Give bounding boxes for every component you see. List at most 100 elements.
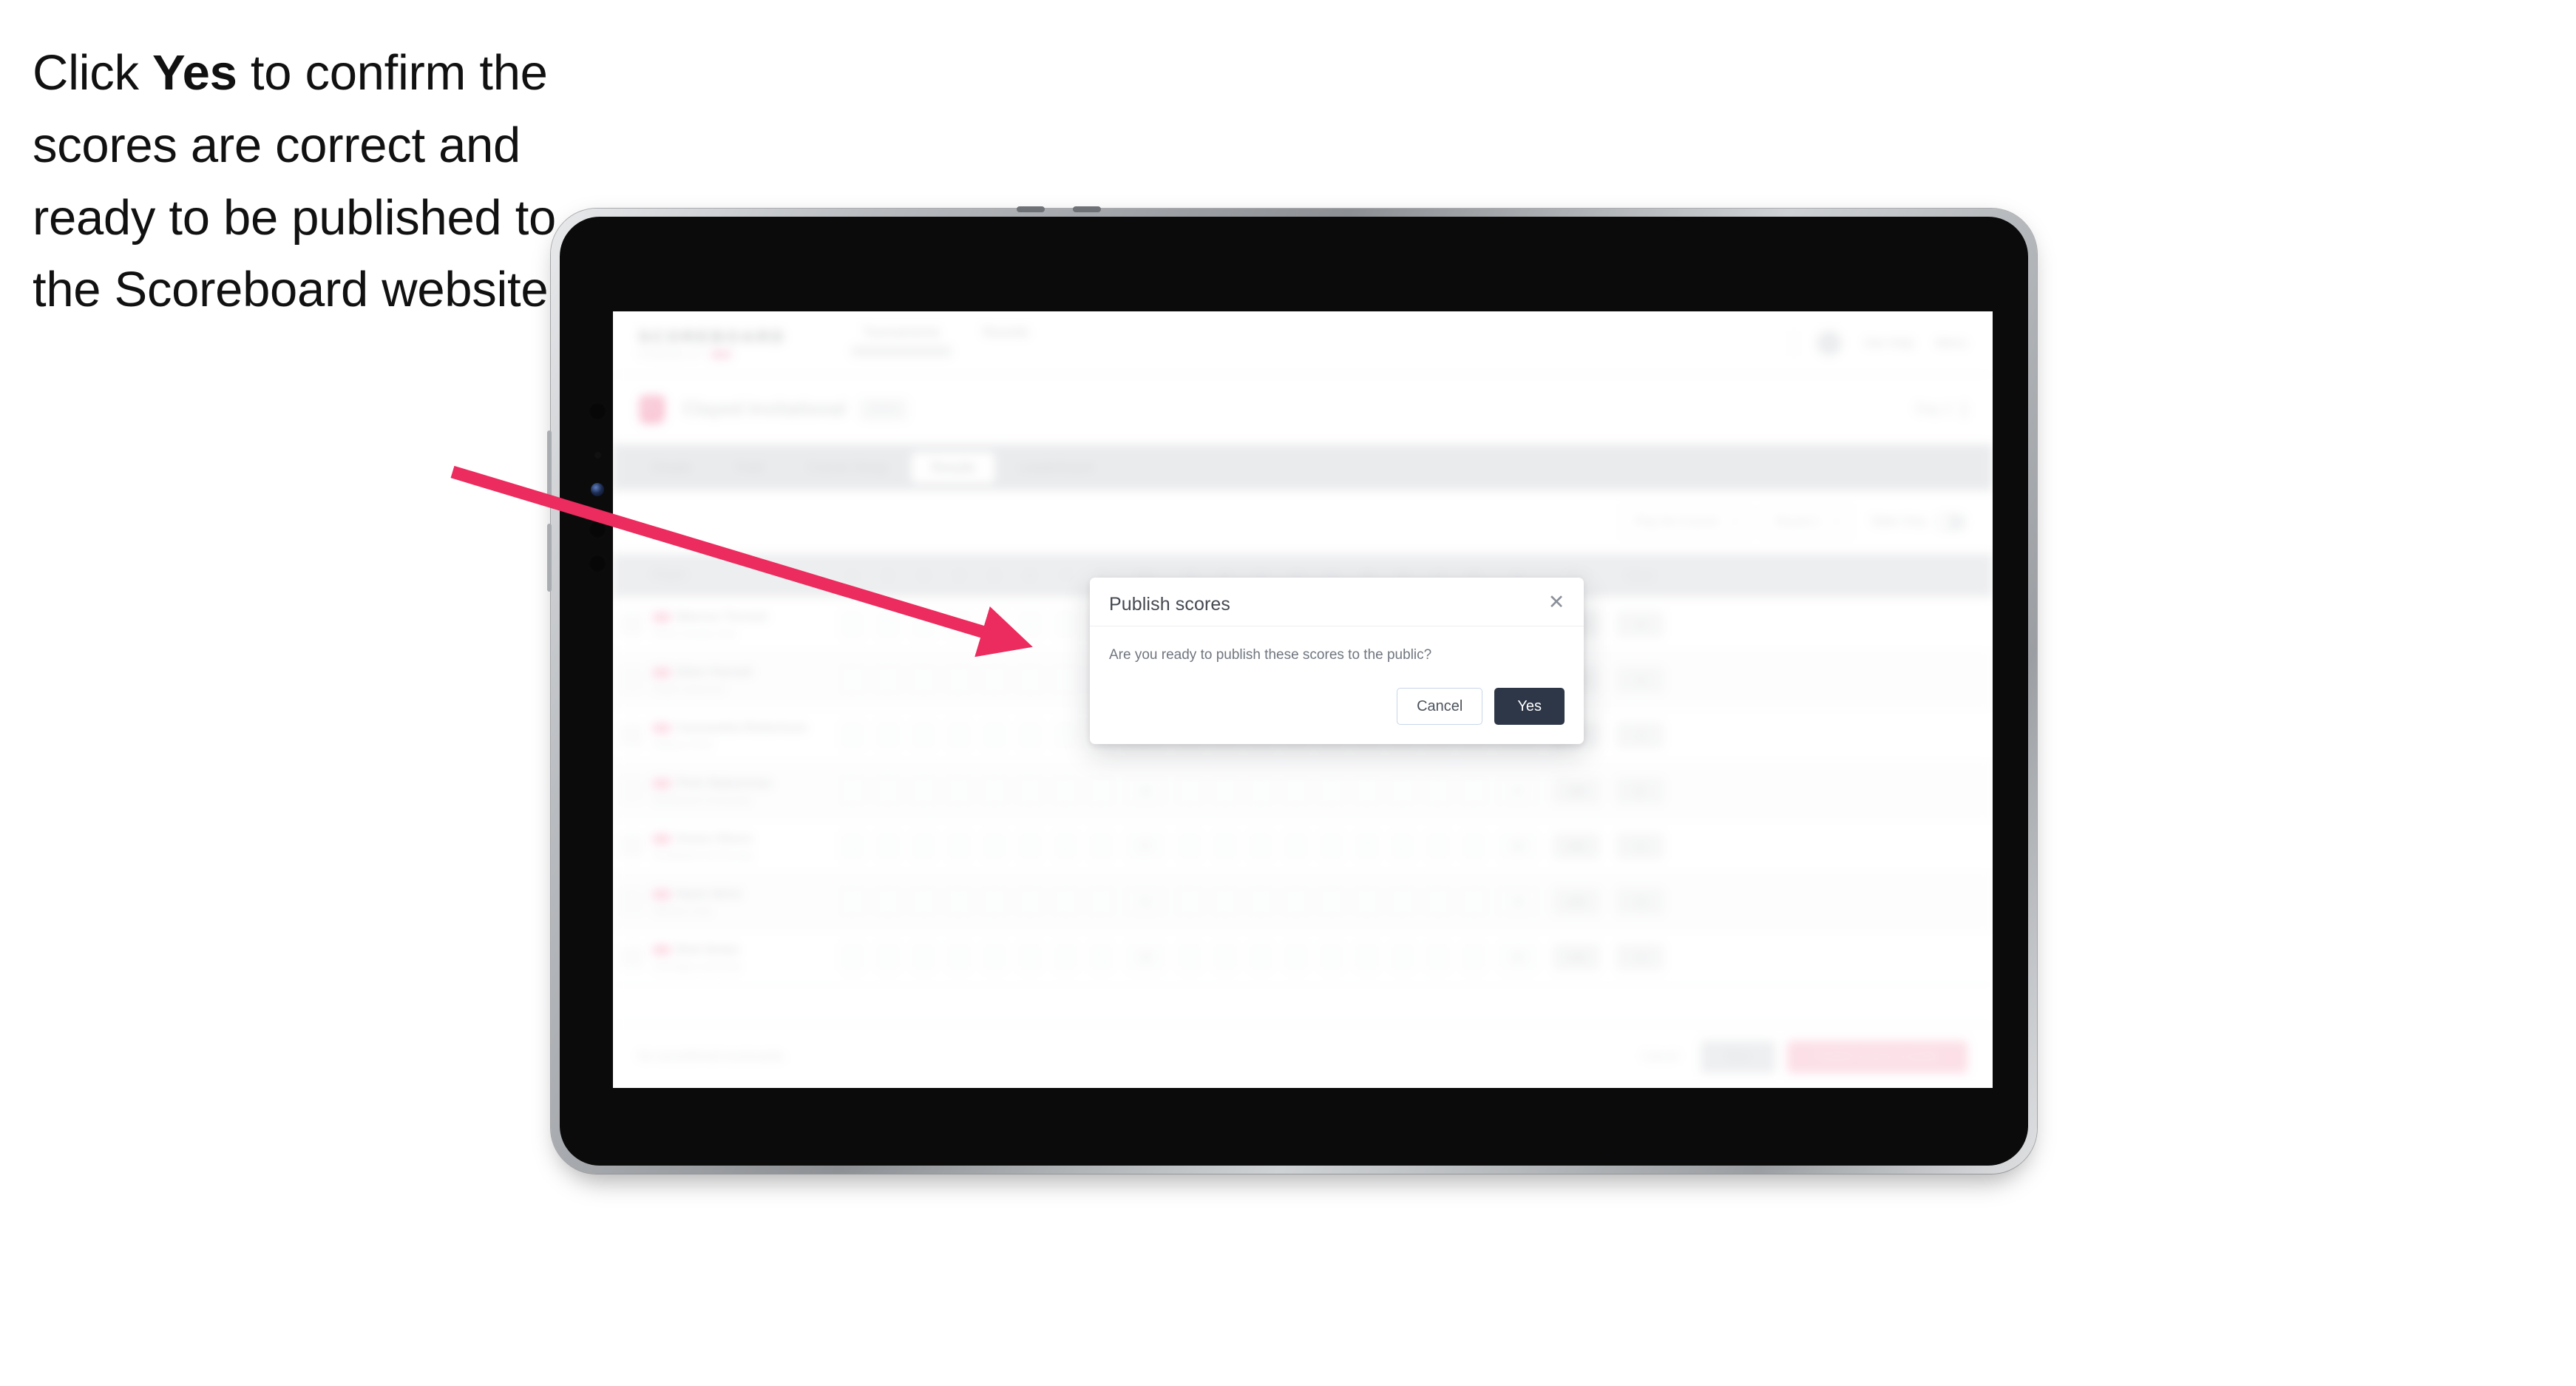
hole-cell-3[interactable] — [906, 944, 941, 970]
hole-cell-2[interactable] — [870, 722, 906, 748]
score-cell[interactable] — [1213, 944, 1237, 970]
hole-cell-12[interactable] — [1243, 833, 1278, 859]
score-cell[interactable] — [1018, 611, 1042, 638]
hole-cell-16[interactable] — [1385, 833, 1420, 859]
hole-cell-2[interactable] — [870, 611, 906, 638]
table-row[interactable]: Nasir Idrisi Hillcrest Links 39 38 142 +2 — [613, 874, 1993, 930]
score-cell[interactable] — [1284, 888, 1308, 915]
score-cell[interactable] — [841, 666, 864, 693]
score-cell[interactable]: +2 — [1608, 888, 1672, 915]
hole-cell-4[interactable] — [941, 944, 977, 970]
out-cell[interactable]: 39 — [1119, 888, 1172, 915]
hole-cell-1[interactable] — [835, 611, 870, 638]
score-cell[interactable] — [1462, 833, 1485, 859]
hole-cell-5[interactable] — [977, 777, 1012, 804]
hole-cell-4[interactable] — [941, 666, 977, 693]
score-cell[interactable] — [912, 611, 935, 638]
hole-cell-11[interactable] — [1207, 777, 1243, 804]
score-cell[interactable] — [841, 833, 864, 859]
hole-cell-12[interactable] — [1243, 944, 1278, 970]
score-cell[interactable] — [1355, 777, 1379, 804]
score-cell[interactable] — [1089, 944, 1113, 970]
score-cell[interactable] — [876, 888, 900, 915]
score-cell[interactable]: 38 — [1499, 888, 1537, 915]
hole-cell-6[interactable] — [1012, 722, 1048, 748]
hole-cell-16[interactable] — [1385, 944, 1420, 970]
total-cell[interactable]: 141 — [1545, 833, 1608, 859]
score-cell[interactable] — [1018, 666, 1042, 693]
score-cell[interactable] — [1284, 944, 1308, 970]
score-cell[interactable] — [947, 944, 971, 970]
score-cell[interactable]: 39 — [1126, 888, 1165, 915]
score-cell[interactable] — [912, 666, 935, 693]
score-cell[interactable] — [841, 777, 864, 804]
hole-cell-4[interactable] — [941, 722, 977, 748]
row-checkbox[interactable] — [622, 947, 643, 967]
table-only-toggle[interactable] — [1935, 514, 1966, 530]
hole-cell-7[interactable] — [1048, 833, 1083, 859]
score-cell[interactable] — [947, 777, 971, 804]
hole-cell-3[interactable] — [906, 666, 941, 693]
score-cell[interactable]: E — [1608, 777, 1672, 804]
score-cell[interactable]: +4 — [1616, 944, 1664, 970]
hole-cell-5[interactable] — [977, 833, 1012, 859]
in-cell[interactable]: 37 — [1491, 777, 1545, 804]
score-cell[interactable]: +1 — [1608, 833, 1672, 859]
score-cell[interactable] — [1355, 833, 1379, 859]
score-cell[interactable] — [912, 944, 935, 970]
table-row[interactable]: Bob Nolan Carrington Golf Club 38 39 144 +4 — [613, 930, 1993, 985]
score-cell[interactable] — [1054, 944, 1077, 970]
tab-details[interactable]: Details — [632, 453, 711, 483]
hole-cell-18[interactable] — [1456, 888, 1491, 915]
score-cell[interactable] — [1178, 833, 1201, 859]
table-row[interactable]: Grace Okoro Southbank Golf Society 37 38 141… — [613, 819, 1993, 874]
hole-cell-7[interactable] — [1048, 611, 1083, 638]
score-cell[interactable]: 141 — [1553, 833, 1600, 859]
app-brand[interactable]: SCOREBOARD POWERED BY — [638, 327, 786, 359]
score-cell[interactable]: 37 — [1499, 777, 1537, 804]
hole-cell-12[interactable] — [1243, 888, 1278, 915]
score-cell[interactable]: 38 — [1126, 777, 1165, 804]
hole-cell-5[interactable] — [977, 722, 1012, 748]
hole-cell-8[interactable] — [1083, 833, 1119, 859]
hole-cell-6[interactable] — [1012, 944, 1048, 970]
tab-results[interactable]: Results — [912, 452, 995, 483]
hole-cell-7[interactable] — [1048, 944, 1083, 970]
hole-cell-14[interactable] — [1314, 777, 1349, 804]
hole-cell-4[interactable] — [941, 611, 977, 638]
score-cell[interactable] — [1018, 944, 1042, 970]
hole-cell-17[interactable] — [1420, 833, 1456, 859]
hole-cell-15[interactable] — [1349, 777, 1385, 804]
hole-cell-3[interactable] — [906, 611, 941, 638]
row-checkbox[interactable] — [622, 780, 643, 801]
score-cell[interactable] — [1018, 888, 1042, 915]
score-cell[interactable]: 38 — [1499, 833, 1537, 859]
score-cell[interactable] — [1391, 777, 1414, 804]
yes-button[interactable]: Yes — [1494, 687, 1565, 725]
tab-field[interactable]: Field — [716, 453, 783, 483]
score-cell[interactable] — [983, 888, 1006, 915]
close-icon[interactable]: ✕ — [1544, 589, 1569, 615]
score-cell[interactable] — [841, 611, 864, 638]
total-cell[interactable]: 140 — [1545, 777, 1608, 804]
score-cell[interactable] — [1018, 722, 1042, 748]
score-cell[interactable] — [1054, 888, 1077, 915]
score-cell[interactable] — [1320, 777, 1343, 804]
score-cell[interactable] — [983, 833, 1006, 859]
hole-cell-2[interactable] — [870, 666, 906, 693]
score-cell[interactable] — [947, 666, 971, 693]
hole-cell-6[interactable] — [1012, 611, 1048, 638]
hole-cell-12[interactable] — [1243, 777, 1278, 804]
score-cell[interactable] — [1462, 944, 1485, 970]
score-cell[interactable] — [876, 833, 900, 859]
hole-cell-11[interactable] — [1207, 944, 1243, 970]
hole-cell-8[interactable] — [1083, 777, 1119, 804]
score-cell[interactable] — [1462, 888, 1485, 915]
hole-cell-7[interactable] — [1048, 666, 1083, 693]
score-cell[interactable] — [1284, 833, 1308, 859]
score-cell[interactable] — [1320, 888, 1343, 915]
footer-cancel-button[interactable]: Cancel — [1632, 1050, 1689, 1064]
hole-cell-17[interactable] — [1420, 944, 1456, 970]
row-checkbox[interactable] — [622, 836, 643, 856]
score-cell[interactable] — [1426, 833, 1450, 859]
